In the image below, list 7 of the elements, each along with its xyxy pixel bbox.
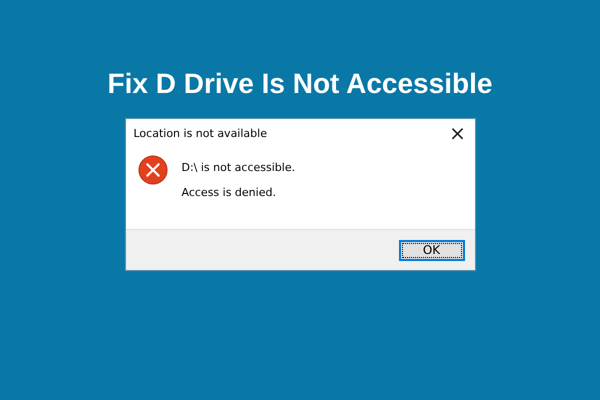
ok-button[interactable]: OK	[398, 240, 464, 260]
close-button[interactable]: ×	[440, 119, 474, 147]
window-title: Location is not available	[134, 126, 267, 140]
error-icon	[138, 155, 168, 185]
dialog-message: D:\ is not accessible.	[182, 161, 296, 174]
banner-heading: Fix D Drive Is Not Accessible	[108, 67, 492, 101]
dialog-message: Access is denied.	[182, 186, 277, 199]
